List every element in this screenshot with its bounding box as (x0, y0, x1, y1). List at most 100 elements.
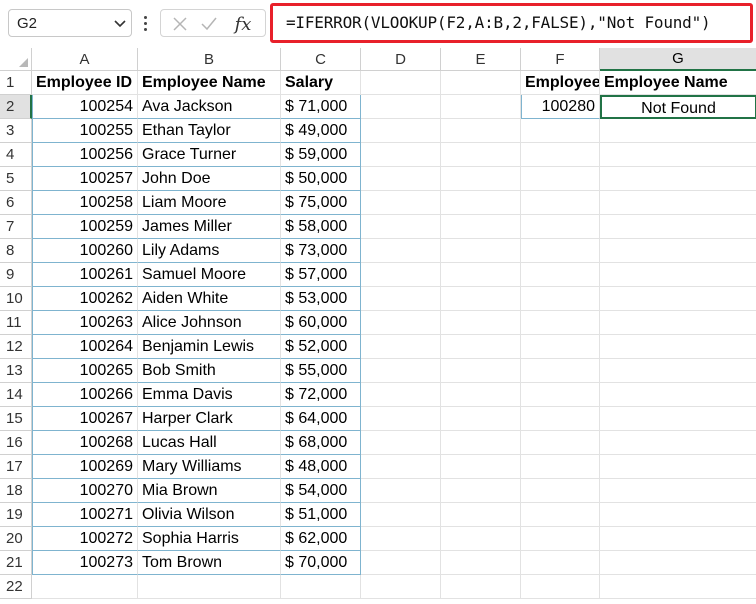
cell-a14[interactable]: 100266 (32, 383, 138, 407)
cell-d13[interactable] (361, 359, 441, 383)
cell-e2[interactable] (441, 95, 521, 119)
cell-c8[interactable]: $ 73,000 (281, 239, 361, 263)
cell-a19[interactable]: 100271 (32, 503, 138, 527)
cell-f2[interactable]: 100280 (521, 95, 600, 119)
cell-g13[interactable] (600, 359, 756, 383)
name-box[interactable]: G2 (8, 9, 132, 37)
cell-b16[interactable]: Lucas Hall (138, 431, 281, 455)
cell-a9[interactable]: 100261 (32, 263, 138, 287)
column-header-e[interactable]: E (441, 48, 521, 71)
cell-f5[interactable] (521, 167, 600, 191)
cell-e6[interactable] (441, 191, 521, 215)
cell-b20[interactable]: Sophia Harris (138, 527, 281, 551)
cell-g8[interactable] (600, 239, 756, 263)
cell-g20[interactable] (600, 527, 756, 551)
cell-g18[interactable] (600, 479, 756, 503)
cell-c18[interactable]: $ 54,000 (281, 479, 361, 503)
cell-d19[interactable] (361, 503, 441, 527)
row-header-17[interactable]: 17 (0, 455, 32, 479)
cell-c6[interactable]: $ 75,000 (281, 191, 361, 215)
cell-d9[interactable] (361, 263, 441, 287)
cell-b11[interactable]: Alice Johnson (138, 311, 281, 335)
cell-a21[interactable]: 100273 (32, 551, 138, 575)
cell-g16[interactable] (600, 431, 756, 455)
cell-b10[interactable]: Aiden White (138, 287, 281, 311)
cell-f10[interactable] (521, 287, 600, 311)
cell-b3[interactable]: Ethan Taylor (138, 119, 281, 143)
cell-f18[interactable] (521, 479, 600, 503)
cell-d11[interactable] (361, 311, 441, 335)
cell-a22[interactable] (32, 575, 138, 599)
row-header-10[interactable]: 10 (0, 287, 32, 311)
cell-a12[interactable]: 100264 (32, 335, 138, 359)
cell-f19[interactable] (521, 503, 600, 527)
row-header-4[interactable]: 4 (0, 143, 32, 167)
cell-g21[interactable] (600, 551, 756, 575)
cell-e18[interactable] (441, 479, 521, 503)
cell-f6[interactable] (521, 191, 600, 215)
cell-f14[interactable] (521, 383, 600, 407)
cell-f16[interactable] (521, 431, 600, 455)
row-header-13[interactable]: 13 (0, 359, 32, 383)
cell-e17[interactable] (441, 455, 521, 479)
row-header-22[interactable]: 22 (0, 575, 32, 599)
cell-a1[interactable]: Employee ID (32, 71, 138, 95)
cell-b12[interactable]: Benjamin Lewis (138, 335, 281, 359)
check-icon[interactable] (195, 10, 223, 38)
row-header-18[interactable]: 18 (0, 479, 32, 503)
cell-c15[interactable]: $ 64,000 (281, 407, 361, 431)
cell-b5[interactable]: John Doe (138, 167, 281, 191)
cell-a15[interactable]: 100267 (32, 407, 138, 431)
cell-f8[interactable] (521, 239, 600, 263)
cell-a11[interactable]: 100263 (32, 311, 138, 335)
cell-b14[interactable]: Emma Davis (138, 383, 281, 407)
cell-e13[interactable] (441, 359, 521, 383)
cell-a16[interactable]: 100268 (32, 431, 138, 455)
cell-a10[interactable]: 100262 (32, 287, 138, 311)
cell-e21[interactable] (441, 551, 521, 575)
cell-g12[interactable] (600, 335, 756, 359)
row-header-15[interactable]: 15 (0, 407, 32, 431)
cell-c1[interactable]: Salary (281, 71, 361, 95)
more-options-icon[interactable] (144, 16, 150, 36)
cell-c10[interactable]: $ 53,000 (281, 287, 361, 311)
cell-d14[interactable] (361, 383, 441, 407)
cell-e1[interactable] (441, 71, 521, 95)
cell-f17[interactable] (521, 455, 600, 479)
cell-f7[interactable] (521, 215, 600, 239)
cell-b17[interactable]: Mary Williams (138, 455, 281, 479)
cell-f12[interactable] (521, 335, 600, 359)
cell-g5[interactable] (600, 167, 756, 191)
cell-c11[interactable]: $ 60,000 (281, 311, 361, 335)
cell-g7[interactable] (600, 215, 756, 239)
cell-c5[interactable]: $ 50,000 (281, 167, 361, 191)
cell-a18[interactable]: 100270 (32, 479, 138, 503)
cell-c3[interactable]: $ 49,000 (281, 119, 361, 143)
cell-d3[interactable] (361, 119, 441, 143)
cell-d8[interactable] (361, 239, 441, 263)
cell-g9[interactable] (600, 263, 756, 287)
cell-d21[interactable] (361, 551, 441, 575)
row-header-6[interactable]: 6 (0, 191, 32, 215)
cell-g15[interactable] (600, 407, 756, 431)
cell-f15[interactable] (521, 407, 600, 431)
cell-b22[interactable] (138, 575, 281, 599)
chevron-down-icon[interactable] (114, 19, 126, 29)
row-header-8[interactable]: 8 (0, 239, 32, 263)
row-header-12[interactable]: 12 (0, 335, 32, 359)
cell-c17[interactable]: $ 48,000 (281, 455, 361, 479)
cell-a17[interactable]: 100269 (32, 455, 138, 479)
cell-b7[interactable]: James Miller (138, 215, 281, 239)
row-header-21[interactable]: 21 (0, 551, 32, 575)
cell-a3[interactable]: 100255 (32, 119, 138, 143)
cell-d1[interactable] (361, 71, 441, 95)
cell-b1[interactable]: Employee Name (138, 71, 281, 95)
cell-d10[interactable] (361, 287, 441, 311)
cell-e15[interactable] (441, 407, 521, 431)
cell-f11[interactable] (521, 311, 600, 335)
cell-e10[interactable] (441, 287, 521, 311)
cell-c21[interactable]: $ 70,000 (281, 551, 361, 575)
cell-c7[interactable]: $ 58,000 (281, 215, 361, 239)
row-header-20[interactable]: 20 (0, 527, 32, 551)
row-header-2[interactable]: 2 (0, 95, 32, 119)
